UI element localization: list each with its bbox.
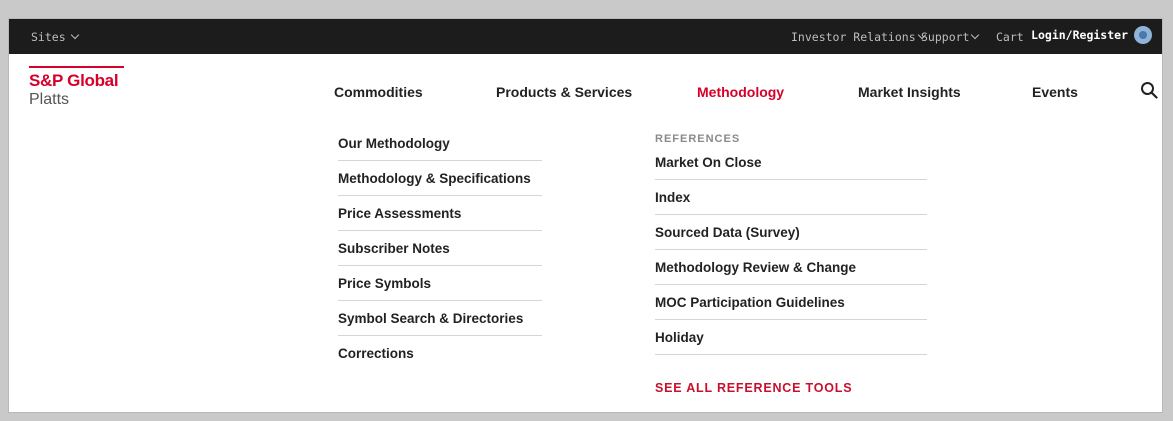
menu-link-methodology-specifications[interactable]: Methodology & Specifications — [338, 161, 542, 196]
support-label: Support — [921, 30, 970, 44]
support-menu[interactable]: Support — [921, 30, 980, 44]
chevron-down-icon — [70, 30, 79, 40]
menu-link-subscriber-notes[interactable]: Subscriber Notes — [338, 231, 542, 266]
login-label: Login/Register — [1031, 28, 1128, 42]
menu-link-corrections[interactable]: Corrections — [338, 336, 542, 371]
chevron-down-icon — [971, 30, 980, 40]
nav-market-insights[interactable]: Market Insights — [858, 84, 961, 100]
menu-link-price-symbols[interactable]: Price Symbols — [338, 266, 542, 301]
menu-link-moc-participation-guidelines[interactable]: MOC Participation Guidelines — [655, 285, 927, 320]
menu-link-holiday[interactable]: Holiday — [655, 320, 927, 355]
nav-methodology[interactable]: Methodology — [697, 84, 784, 100]
utility-bar: Sites Investor Relations Support Cart Lo… — [9, 19, 1162, 54]
nav-events[interactable]: Events — [1032, 84, 1078, 100]
investor-relations-menu[interactable]: Investor Relations — [791, 30, 926, 44]
menu-link-our-methodology[interactable]: Our Methodology — [338, 126, 542, 161]
nav-products-services[interactable]: Products & Services — [496, 84, 632, 100]
site-logo[interactable]: S&P Global Platts — [29, 66, 139, 109]
menu-link-index[interactable]: Index — [655, 180, 927, 215]
browser-viewport: Sites Investor Relations Support Cart Lo… — [8, 18, 1163, 413]
nav-commodities[interactable]: Commodities — [334, 84, 423, 100]
see-all-reference-tools-link[interactable]: SEE ALL REFERENCE TOOLS — [655, 381, 852, 395]
menu-link-methodology-review-change[interactable]: Methodology Review & Change — [655, 250, 927, 285]
references-heading: REFERENCES — [655, 133, 741, 145]
user-avatar-icon — [1134, 26, 1152, 44]
menu-link-market-on-close[interactable]: Market On Close — [655, 145, 927, 180]
logo-bar — [29, 66, 124, 68]
methodology-links-column: Our Methodology Methodology & Specificat… — [338, 126, 542, 371]
sites-menu[interactable]: Sites — [31, 30, 79, 44]
search-icon[interactable] — [1140, 81, 1158, 99]
sites-label: Sites — [31, 30, 66, 44]
login-register-link[interactable]: Login/Register — [1031, 26, 1152, 44]
logo-line-1: S&P Global — [29, 71, 119, 90]
cart-label: Cart — [996, 30, 1024, 44]
references-column: REFERENCES Market On Close Index Sourced… — [655, 133, 927, 355]
investor-relations-label: Investor Relations — [791, 30, 916, 44]
cart-link[interactable]: Cart — [996, 30, 1024, 44]
menu-link-sourced-data[interactable]: Sourced Data (Survey) — [655, 215, 927, 250]
menu-link-price-assessments[interactable]: Price Assessments — [338, 196, 542, 231]
logo-line-2: Platts — [29, 91, 70, 108]
menu-link-symbol-search-directories[interactable]: Symbol Search & Directories — [338, 301, 542, 336]
